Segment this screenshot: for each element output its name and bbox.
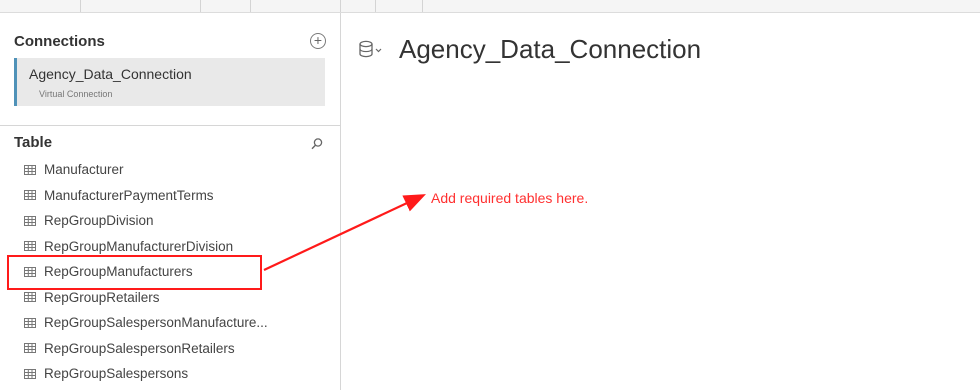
table-item-rep-group-division[interactable]: RepGroupDivision [14, 208, 326, 234]
table-item-label: RepGroupManufacturers [44, 264, 193, 280]
toolbar-strip [0, 0, 980, 13]
table-item-label: RepGroupSalespersons [44, 366, 189, 382]
table-grid-icon [24, 292, 36, 303]
table-item-label: ManufacturerPaymentTerms [44, 187, 214, 203]
table-item-rep-group-salesperson-manufacture[interactable]: RepGroupSalespersonManufacture... [14, 310, 326, 336]
table-grid-icon [24, 241, 36, 252]
connection-item[interactable]: Agency_Data_Connection Virtual Connectio… [14, 58, 325, 106]
data-pane: Connections + Agency_Data_Connection Vir… [0, 13, 341, 390]
connection-type: Virtual Connection [39, 89, 113, 99]
table-item-label: RepGroupSalespersonRetailers [44, 340, 235, 356]
table-item-rep-group-retailers[interactable]: RepGroupRetailers [14, 285, 326, 311]
table-item-rep-group-manufacturer-division[interactable]: RepGroupManufacturerDivision [14, 234, 326, 260]
section-divider [0, 125, 340, 126]
app-window: Connections + Agency_Data_Connection Vir… [0, 0, 980, 390]
table-item-label: RepGroupSalespersonManufacture... [44, 315, 268, 331]
connections-title: Connections [14, 33, 105, 50]
toolbar-separator [250, 0, 251, 12]
table-item-label: RepGroupDivision [44, 213, 154, 229]
toolbar-separator [80, 0, 81, 12]
table-header: Table [14, 134, 326, 154]
table-grid-icon [24, 215, 36, 226]
add-circle-icon[interactable]: + [310, 33, 326, 49]
table-grid-icon [24, 368, 36, 379]
toolbar-separator [200, 0, 201, 12]
table-grid-icon [24, 343, 36, 354]
table-item-rep-group-salespersons[interactable]: RepGroupSalespersons [14, 361, 326, 387]
search-icon[interactable] [310, 137, 324, 151]
table-list: Manufacturer ManufacturerPaymentTerms Re… [14, 157, 326, 387]
table-grid-icon [24, 317, 36, 328]
table-grid-icon [24, 266, 36, 277]
table-grid-icon [24, 164, 36, 175]
toolbar-separator [340, 0, 341, 12]
table-grid-icon [24, 190, 36, 201]
database-icon[interactable] [359, 40, 383, 62]
table-item-label: RepGroupManufacturerDivision [44, 238, 234, 254]
annotation-text: Add required tables here. [431, 190, 589, 206]
table-item-rep-group-manufacturers[interactable]: RepGroupManufacturers [14, 259, 326, 285]
table-item-manufacturer[interactable]: Manufacturer [14, 157, 326, 183]
toolbar-separator [375, 0, 376, 12]
table-section-title: Table [14, 134, 53, 151]
toolbar-separator [422, 0, 423, 12]
table-item-rep-group-salesperson-retailers[interactable]: RepGroupSalespersonRetailers [14, 336, 326, 362]
table-item-manufacturer-payment-terms[interactable]: ManufacturerPaymentTerms [14, 183, 326, 209]
page-title: Agency_Data_Connection [399, 34, 702, 64]
connections-header: Connections + [14, 33, 326, 53]
table-item-label: Manufacturer [44, 162, 124, 178]
table-item-label: RepGroupRetailers [44, 289, 160, 305]
connection-name: Agency_Data_Connection [29, 66, 192, 82]
